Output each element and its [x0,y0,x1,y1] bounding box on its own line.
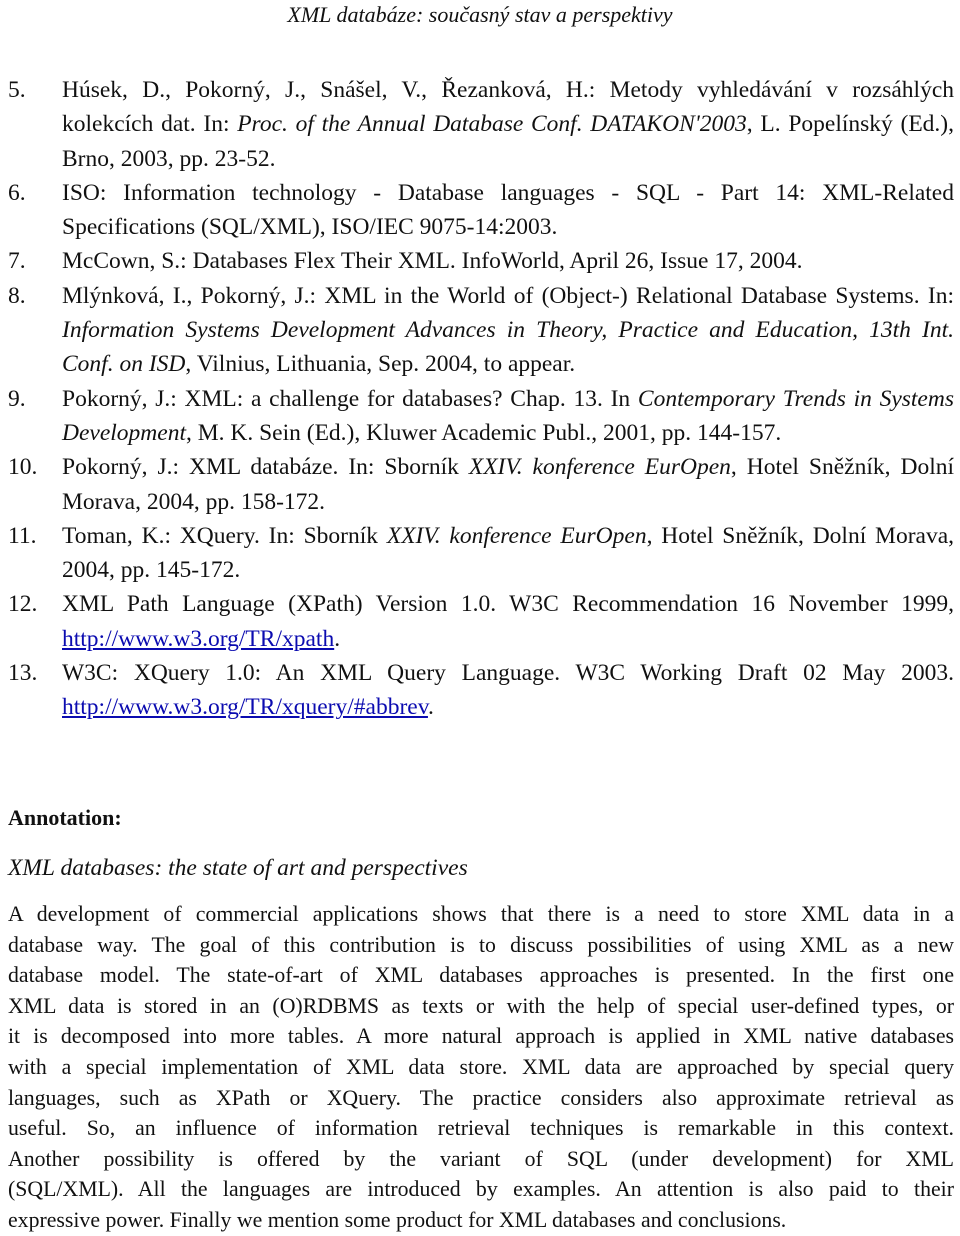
reference-source-title: XXIV. konference EurOpen [386,522,647,549]
reference-text: XML Path Language (XPath) Version 1.0. W… [62,591,954,618]
reference-number: 6. [8,179,26,206]
reference-number: 7. [8,248,26,275]
reference-number: 10. [8,454,38,481]
reference-number: 13. [8,660,38,687]
reference-list: 5. Húsek, D., Pokorný, J., Snášel, V., Ře… [8,73,954,725]
reference-item: 7. McCown, S.: Databases Flex Their XML. … [8,244,954,278]
reference-item: 10. Pokorný, J.: XML databáze. In: Sborní… [8,450,954,519]
reference-number: 12. [8,591,38,618]
reference-link[interactable]: http://www.w3.org/TR/xquery/#abbrev [62,694,428,720]
annotation-heading: Annotation: [8,805,122,830]
reference-number: 11. [8,522,37,549]
abstract-line: languages, such as XPath or XQuery. The … [8,1085,954,1110]
reference-item: 6. ISO: Information technology - Database… [8,176,954,245]
reference-item: 5. Húsek, D., Pokorný, J., Snášel, V., Ře… [8,73,954,176]
reference-link[interactable]: http://www.w3.org/TR/xpath [62,626,334,652]
reference-text: Pokorný, J.: XML: a challenge for databa… [62,385,638,412]
running-header: XML databáze: současný stav a perspektiv… [287,2,673,27]
reference-text: . [427,694,434,721]
abstract-line: with a special implementation of XML dat… [8,1054,954,1079]
reference-number: 8. [8,282,26,309]
reference-text: , Vilnius, Lithuania, Sep. 2004, to appe… [185,351,576,378]
abstract-line: database way. The goal of this contribut… [8,932,954,957]
abstract-line: A development of commercial applications… [8,902,954,926]
reference-item: 11. Toman, K.: XQuery. In: Sborník XXIV. … [8,519,954,588]
reference-number: 5. [8,77,26,103]
reference-item: 9. Pokorný, J.: XML: a challenge for data… [8,382,954,451]
abstract-line: XML data is stored in an (O)RDBMS as tex… [8,993,954,1018]
abstract-line: (SQL/XML). All the languages are introdu… [8,1177,954,1202]
abstract-line: useful. So, an influence of information … [8,1116,954,1141]
abstract-line: expressive power. Finally we mention som… [8,1207,787,1232]
reference-source-title: XXIV. konference EurOpen [468,454,731,481]
reference-text: Toman, K.: XQuery. In: Sborník [62,522,387,549]
reference-number: 9. [8,385,26,412]
reference-source-title: Proc. of the Annual Database Conf. DATAK… [237,111,747,138]
abstract-line: database model. The state-of-art of XML … [8,963,954,988]
abstract-line: it is decomposed into more tables. A mor… [8,1024,954,1049]
reference-text: ISO: Information technology - Database l… [62,179,954,241]
reference-item: 12. XML Path Language (XPath) Version 1.0… [8,587,954,656]
reference-item: 8. Mlýnková, I., Pokorný, J.: XML in the … [8,279,954,382]
reference-text: , M. K. Sein (Ed.), Kluwer Academic Publ… [185,419,782,446]
reference-text: W3C: XQuery 1.0: An XML Query Language. … [62,660,954,687]
reference-text: McCown, S.: Databases Flex Their XML. In… [62,248,803,275]
reference-text: . [334,625,341,652]
abstract-line: Another possibility is offered by the va… [8,1146,954,1171]
reference-item: 13. W3C: XQuery 1.0: An XML Query Languag… [8,656,954,725]
annotation-title: XML databases: the state of art and pers… [8,855,468,881]
reference-text: Mlýnková, I., Pokorný, J.: XML in the Wo… [62,282,954,309]
annotation-abstract: A development of commercial applications… [8,899,954,1236]
reference-text: Pokorný, J.: XML databáze. In: Sborník [62,454,469,481]
